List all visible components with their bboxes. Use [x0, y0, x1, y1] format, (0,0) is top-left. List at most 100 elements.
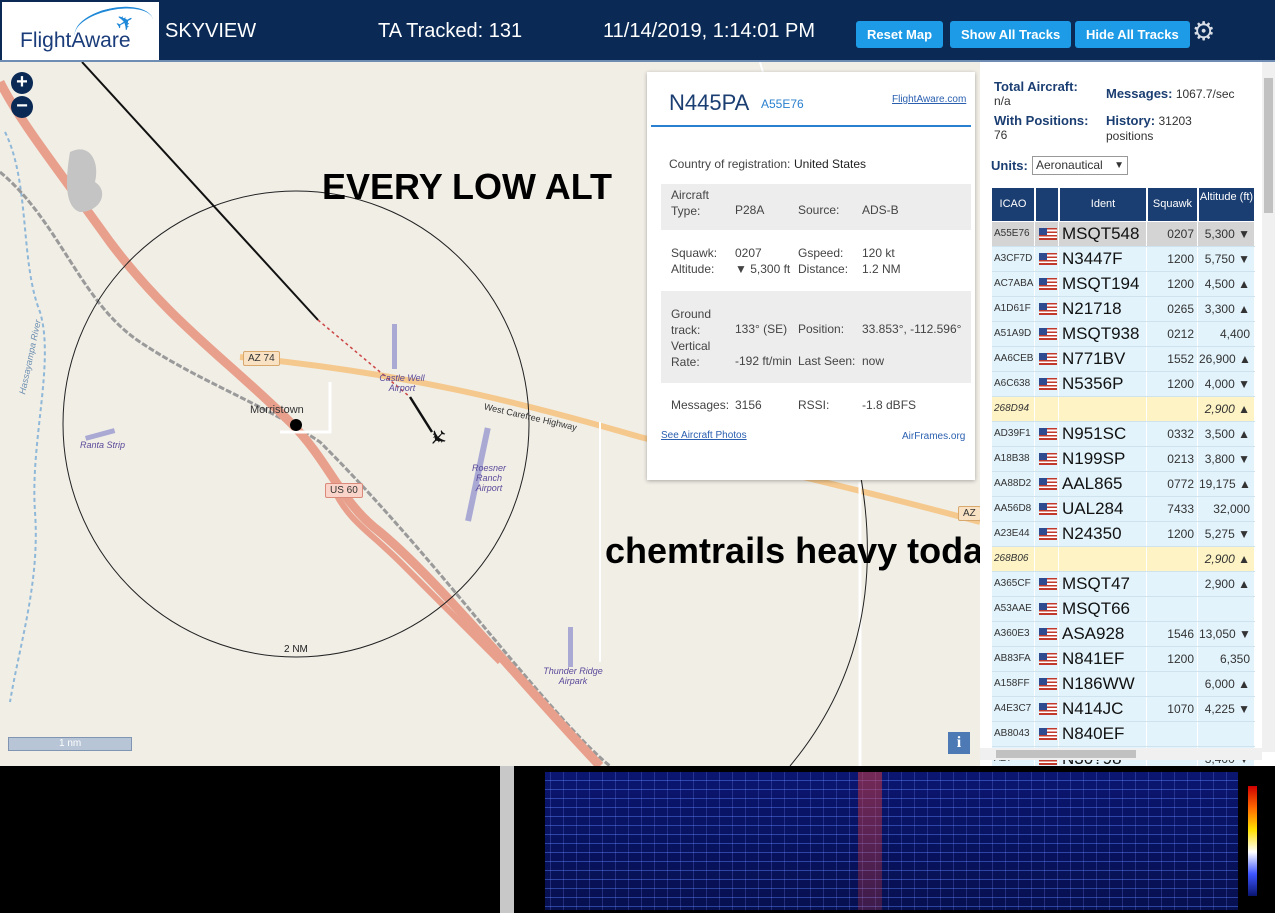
table-row[interactable]: A3CF7D N3447F 1200 5,750 ▼: [992, 247, 1255, 272]
hide-all-tracks-button[interactable]: Hide All Tracks: [1075, 21, 1190, 48]
flag-cell: [1036, 672, 1059, 696]
table-row[interactable]: A23E44 N24350 1200 5,275 ▼: [992, 522, 1255, 547]
airframes-link[interactable]: AirFrames.org: [902, 431, 965, 442]
ident-cell: [1060, 547, 1147, 571]
road-shield-us60: US 60: [325, 483, 363, 498]
table-row[interactable]: A51A9D MSQT938 0212 4,400: [992, 322, 1255, 347]
history-label: History:: [1106, 113, 1156, 128]
messages-value: 3156: [735, 398, 762, 412]
units-select[interactable]: Aeronautical ▼: [1032, 156, 1128, 175]
squawk-cell: [1148, 597, 1198, 621]
messages-rate: Messages: 1067.7/sec: [1106, 86, 1235, 101]
column-header-squawk[interactable]: Squawk: [1148, 188, 1198, 221]
table-row[interactable]: AC7ABA MSQT194 1200 4,500 ▲: [992, 272, 1255, 297]
table-row[interactable]: A6C638 N5356P 1200 4,000 ▼: [992, 372, 1255, 397]
panel-divider[interactable]: [500, 766, 514, 913]
column-header-altitude[interactable]: Altitude (ft): [1199, 188, 1255, 221]
table-row[interactable]: AB83FA N841EF 1200 6,350: [992, 647, 1255, 672]
aircraft-info-popup: N445PA A55E76 FlightAware.com Country of…: [647, 72, 975, 480]
table-row[interactable]: AA56D8 UAL284 7433 32,000: [992, 497, 1255, 522]
rssi-label: RSSI:: [798, 398, 830, 412]
ident-cell: UAL284: [1060, 497, 1147, 521]
squawk-cell: [1148, 547, 1198, 571]
altitude-cell: 5,275 ▼: [1199, 522, 1255, 546]
table-row[interactable]: AA6CEB N771BV 1552 26,900 ▲: [992, 347, 1255, 372]
vertical-scroll-thumb[interactable]: [1264, 78, 1273, 213]
icao-cell: 268D94: [992, 397, 1035, 421]
horizontal-scrollbar[interactable]: [980, 748, 1262, 760]
with-positions-value: 76: [994, 128, 1008, 142]
flightaware-link[interactable]: FlightAware.com: [892, 94, 966, 105]
table-row[interactable]: A1D61F N21718 0265 3,300 ▲: [992, 297, 1255, 322]
table-row[interactable]: A158FF N186WW 6,000 ▲: [992, 672, 1255, 697]
icao-cell: A55E76: [992, 222, 1035, 246]
squawk-cell: [1148, 397, 1198, 421]
table-row[interactable]: 268D94 2,900 ▲: [992, 397, 1255, 422]
waterfall-color-scale: [1248, 786, 1257, 896]
column-header-ident[interactable]: Ident: [1060, 188, 1147, 221]
skyview-app: ✈ FlightAware SKYVIEW TA Tracked: 131 11…: [0, 0, 1275, 913]
gear-icon[interactable]: ⚙: [1192, 17, 1215, 45]
zoom-out-button[interactable]: −: [11, 96, 33, 118]
flag-cell: [1036, 272, 1059, 296]
river: [4, 131, 46, 703]
vertical-scrollbar[interactable]: [1262, 62, 1275, 752]
table-row[interactable]: AB8043 N840EF: [992, 722, 1255, 747]
ident-cell: N199SP: [1060, 447, 1147, 471]
track-value: 133° (SE): [735, 322, 788, 336]
altitude-cell: 3,500 ▲: [1199, 422, 1255, 446]
squawk-value: 0207: [735, 246, 762, 260]
us-flag-icon: [1039, 253, 1057, 265]
flag-cell: [1036, 472, 1059, 496]
us-flag-icon: [1039, 478, 1057, 490]
column-header-flag[interactable]: [1036, 188, 1059, 221]
ident-cell: N841EF: [1060, 647, 1147, 671]
distance-value: 1.2 NM: [862, 262, 901, 276]
altitude-value: ▼ 5,300 ft: [735, 262, 791, 276]
icao-cell: A23E44: [992, 522, 1035, 546]
squawk-cell: 0772: [1148, 472, 1198, 496]
table-row[interactable]: A360E3 ASA928 1546 13,050 ▼: [992, 622, 1255, 647]
column-header-icao[interactable]: ICAO: [992, 188, 1035, 221]
airport-label-roesner: Roesner Ranch Airport: [471, 463, 507, 493]
flag-cell: [1036, 497, 1059, 521]
flightaware-logo[interactable]: ✈ FlightAware: [2, 0, 159, 60]
altitude-cell: 2,900 ▲: [1199, 547, 1255, 571]
us-flag-icon: [1039, 453, 1057, 465]
map-info-button[interactable]: i: [948, 732, 970, 754]
show-all-tracks-button[interactable]: Show All Tracks: [950, 21, 1072, 48]
flag-cell: [1036, 597, 1059, 621]
aircraft-photos-link[interactable]: See Aircraft Photos: [661, 430, 747, 441]
squawk-cell: 1200: [1148, 272, 1198, 296]
units-label: Units:: [991, 158, 1028, 173]
zoom-in-button[interactable]: +: [11, 72, 33, 94]
us-flag-icon: [1039, 578, 1057, 590]
ident-cell: N840EF: [1060, 722, 1147, 746]
table-row[interactable]: A53AAE MSQT66: [992, 597, 1255, 622]
reset-map-button[interactable]: Reset Map: [856, 21, 944, 48]
table-row[interactable]: AD39F1 N951SC 0332 3,500 ▲: [992, 422, 1255, 447]
altitude-cell: 5,750 ▼: [1199, 247, 1255, 271]
table-row[interactable]: 268B06 2,900 ▲: [992, 547, 1255, 572]
position-label: Position:: [798, 322, 845, 336]
table-row[interactable]: A365CF MSQT47 2,900 ▲: [992, 572, 1255, 597]
sdr-panel: [0, 766, 1275, 913]
squawk-cell: [1148, 572, 1198, 596]
aircraft-list-panel: Total Aircraft: n/a Messages: 1067.7/sec…: [980, 62, 1275, 766]
table-row[interactable]: A55E76 MSQT548 0207 5,300 ▼: [992, 222, 1255, 247]
icao-cell: AD39F1: [992, 422, 1035, 446]
ident-cell: N21718: [1060, 297, 1147, 321]
altitude-cell: [1199, 722, 1255, 746]
receiver-marker: [290, 419, 302, 431]
table-row[interactable]: AA88D2 AAL865 0772 19,175 ▲: [992, 472, 1255, 497]
altitude-cell: 5,300 ▼: [1199, 222, 1255, 246]
table-row[interactable]: A18B38 N199SP 0213 3,800 ▼: [992, 447, 1255, 472]
altitude-cell: 3,300 ▲: [1199, 297, 1255, 321]
ident-cell: MSQT194: [1060, 272, 1147, 296]
icao-cell: A18B38: [992, 447, 1035, 471]
horizontal-scroll-thumb[interactable]: [996, 750, 1136, 758]
flag-cell: [1036, 297, 1059, 321]
units-selected-value: Aeronautical: [1036, 158, 1103, 172]
table-row[interactable]: A4E3C7 N414JC 1070 4,225 ▼: [992, 697, 1255, 722]
us-flag-icon: [1039, 378, 1057, 390]
